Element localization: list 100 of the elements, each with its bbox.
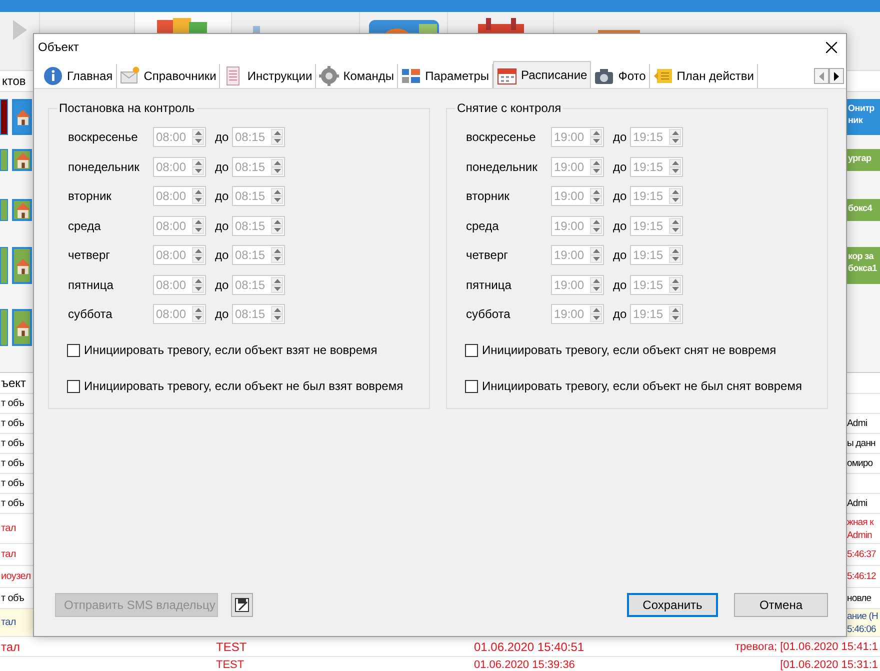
spin-up-button[interactable] (590, 188, 602, 196)
time-spinner[interactable]: 19:15 (630, 304, 683, 324)
time-spinner[interactable]: 08:15 (232, 127, 285, 147)
time-spinner[interactable]: 08:15 (232, 245, 285, 265)
tab[interactable]: Главная (40, 64, 117, 88)
day-label: вторник (466, 189, 510, 203)
spin-down-button[interactable] (192, 314, 204, 322)
spin-down-button[interactable] (669, 314, 681, 322)
time-spinner[interactable]: 08:00 (153, 216, 206, 236)
spin-down-button[interactable] (192, 196, 204, 204)
save-button[interactable]: Сохранить (627, 593, 718, 617)
spin-up-button[interactable] (271, 218, 283, 226)
spin-up-button[interactable] (669, 218, 681, 226)
time-spinner[interactable]: 19:15 (630, 274, 683, 294)
spin-down-button[interactable] (192, 255, 204, 263)
object-tile[interactable]: бокс4 (847, 199, 880, 221)
house-tile[interactable] (12, 99, 32, 135)
spin-down-button[interactable] (669, 137, 681, 145)
edit-button[interactable] (231, 593, 253, 617)
time-spinner[interactable]: 08:15 (232, 304, 285, 324)
spin-up-button[interactable] (669, 158, 681, 166)
spin-down-button[interactable] (271, 137, 283, 145)
down-arrow-icon (672, 286, 678, 290)
time-spinner[interactable]: 19:15 (630, 186, 683, 206)
cancel-button[interactable]: Отмена (734, 593, 828, 617)
time-spinner[interactable]: 08:15 (232, 156, 285, 176)
time-spinner[interactable]: 19:15 (630, 216, 683, 236)
spin-up-button[interactable] (192, 129, 204, 137)
house-tile[interactable] (12, 199, 32, 221)
tab[interactable]: Фото (591, 64, 650, 88)
time-spinner[interactable]: 08:15 (232, 274, 285, 294)
spin-up-button[interactable] (192, 247, 204, 255)
spin-up-button[interactable] (271, 129, 283, 137)
time-spinner[interactable]: 19:00 (551, 274, 604, 294)
spin-up-button[interactable] (590, 158, 602, 166)
spin-up-button[interactable] (192, 188, 204, 196)
spin-up-button[interactable] (590, 218, 602, 226)
time-spinner[interactable]: 19:00 (551, 186, 604, 206)
spin-down-button[interactable] (192, 137, 204, 145)
tab[interactable]: Параметры (398, 64, 494, 88)
spin-up-button[interactable] (590, 276, 602, 284)
tab-scroll-right-button[interactable] (829, 68, 844, 84)
spin-down-button[interactable] (590, 196, 602, 204)
time-spinner[interactable]: 08:00 (153, 127, 206, 147)
time-spinner[interactable]: 19:00 (551, 156, 604, 176)
house-tile[interactable] (12, 149, 32, 171)
time-spinner[interactable]: 19:15 (630, 127, 683, 147)
time-spinner[interactable]: 08:00 (153, 186, 206, 206)
spin-up-button[interactable] (271, 247, 283, 255)
spin-up-button[interactable] (271, 158, 283, 166)
time-spinner[interactable]: 08:00 (153, 245, 206, 265)
spin-down-button[interactable] (271, 314, 283, 322)
tab[interactable]: Инструкции (220, 64, 316, 88)
spin-down-button[interactable] (590, 314, 602, 322)
tab[interactable]: Расписание (493, 61, 592, 88)
spin-down-button[interactable] (271, 196, 283, 204)
spin-up-button[interactable] (192, 218, 204, 226)
spin-down-button[interactable] (590, 255, 602, 263)
time-spinner[interactable]: 08:15 (232, 186, 285, 206)
spin-down-button[interactable] (669, 255, 681, 263)
spin-down-button[interactable] (590, 137, 602, 145)
alarm-checkbox[interactable]: Инициировать тревогу, если объект снят не вовремя (465, 343, 827, 357)
spin-up-button[interactable] (590, 247, 602, 255)
tab[interactable]: План действи (650, 64, 758, 88)
object-tile[interactable]: Онитр ник (847, 99, 880, 135)
alarm-checkbox[interactable]: Инициировать тревогу, если объект не был снят вовремя (465, 379, 827, 393)
house-tile[interactable] (12, 247, 32, 284)
spin-up-button[interactable] (192, 276, 204, 284)
spin-up-button[interactable] (590, 129, 602, 137)
tab[interactable]: Справочники (116, 64, 220, 88)
time-spinner[interactable]: 08:00 (153, 274, 206, 294)
spin-up-button[interactable] (192, 158, 204, 166)
time-spinner[interactable]: 19:15 (630, 156, 683, 176)
spin-up-button[interactable] (669, 129, 681, 137)
down-arrow-icon (274, 316, 280, 320)
time-spinner[interactable]: 19:00 (551, 245, 604, 265)
spin-down-button[interactable] (669, 196, 681, 204)
spin-up-button[interactable] (669, 306, 681, 314)
object-tile[interactable]: кор за бокса1 (847, 247, 880, 284)
spin-up-button[interactable] (271, 188, 283, 196)
time-spinner[interactable]: 19:00 (551, 216, 604, 236)
time-spinner[interactable]: 08:00 (153, 304, 206, 324)
alarm-checkbox[interactable]: Инициировать тревогу, если объект взят не вовремя (67, 343, 429, 357)
spin-up-button[interactable] (271, 306, 283, 314)
spin-up-button[interactable] (271, 276, 283, 284)
time-spinner[interactable]: 19:00 (551, 304, 604, 324)
spin-up-button[interactable] (590, 306, 602, 314)
time-spinner[interactable]: 19:00 (551, 127, 604, 147)
time-spinner[interactable]: 19:15 (630, 245, 683, 265)
spin-up-button[interactable] (669, 188, 681, 196)
spin-up-button[interactable] (669, 247, 681, 255)
time-spinner[interactable]: 08:15 (232, 216, 285, 236)
object-tile[interactable]: ургар (847, 149, 880, 171)
spin-up-button[interactable] (669, 276, 681, 284)
spin-up-button[interactable] (192, 306, 204, 314)
time-spinner[interactable]: 08:00 (153, 156, 206, 176)
spin-down-button[interactable] (271, 255, 283, 263)
alarm-checkbox[interactable]: Инициировать тревогу, если объект не был взят вовремя (67, 379, 429, 393)
house-tile[interactable] (12, 309, 32, 346)
tab[interactable]: Команды (316, 64, 398, 88)
